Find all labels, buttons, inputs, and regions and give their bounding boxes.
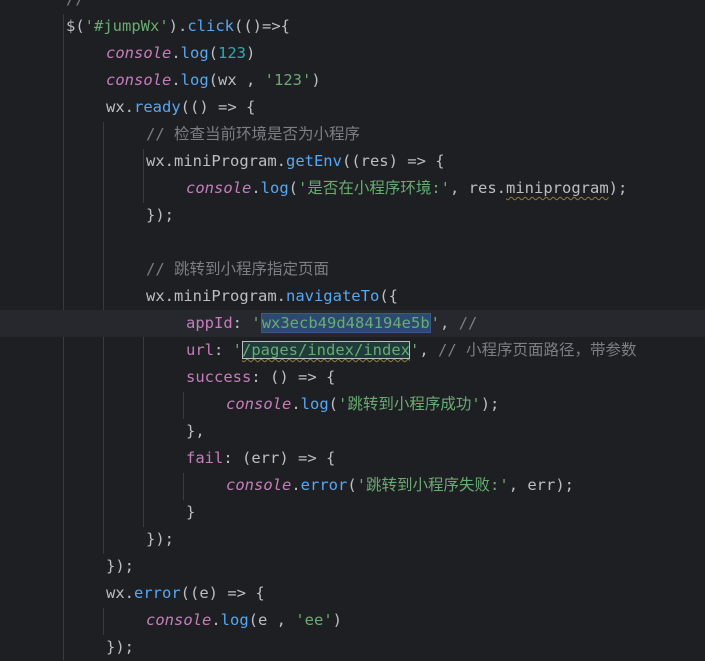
code-line[interactable]: success: () => { [0,364,705,391]
code-text: success: () => { [186,368,336,386]
code-line[interactable]: console.error('跳转到小程序失败:', err); [0,472,705,499]
code-text: console.log('是否在小程序环境:', res.miniprogram… [186,179,628,197]
code-text: }); [146,530,174,548]
code-line[interactable]: wx.ready(() => { [0,94,705,121]
code-text: wx.error((e) => { [106,584,265,602]
code-line[interactable]: }); [0,202,705,229]
code-text: console.log(e , 'ee') [146,611,343,629]
code-text: }); [106,557,134,575]
code-text: // [66,0,85,13]
code-line[interactable] [0,229,705,256]
code-text: } [186,503,196,521]
code-line[interactable]: fail: (err) => { [0,445,705,472]
code-line[interactable]: // 跳转到小程序指定页面 [0,256,705,283]
code-line[interactable]: $('#jumpWx').click(()=>{ [0,13,705,40]
code-line[interactable]: console.log(wx , '123') [0,67,705,94]
code-text: wx.miniProgram.getEnv((res) => { [146,152,445,170]
code-line[interactable]: }, [0,418,705,445]
code-line[interactable]: appId: 'wx3ecb49d484194e5b', // [0,310,705,337]
code-text: }); [146,206,174,224]
code-text: fail: (err) => { [186,449,336,467]
code-text: console.log('跳转到小程序成功'); [226,395,500,413]
code-text: url: '/pages/index/index', // 小程序页面路径，带参… [186,341,637,359]
code-editor[interactable]: ア //$('#jumpWx').click(()=>{console.log(… [0,0,705,660]
code-text: // 检查当前环境是否为小程序 [146,125,360,143]
code-line[interactable]: } [0,499,705,526]
code-text: console.log(wx , '123') [106,71,321,89]
code-line[interactable]: wx.miniProgram.getEnv((res) => { [0,148,705,175]
code-text: appId: 'wx3ecb49d484194e5b', // [186,313,478,333]
code-line[interactable]: }); [0,526,705,553]
code-line[interactable]: console.log('跳转到小程序成功'); [0,391,705,418]
code-text: $('#jumpWx').click(()=>{ [66,17,291,35]
code-line[interactable]: url: '/pages/index/index', // 小程序页面路径，带参… [0,337,705,364]
code-line[interactable]: wx.error((e) => { [0,580,705,607]
code-line[interactable]: console.log(e , 'ee') [0,607,705,634]
code-line[interactable]: // 检查当前环境是否为小程序 [0,121,705,148]
code-text: wx.miniProgram.navigateTo({ [146,287,398,305]
code-text: wx.ready(() => { [106,98,256,116]
code-line[interactable]: }); [0,553,705,580]
code-line[interactable]: // [0,0,705,13]
code-line[interactable]: console.log(123) [0,40,705,67]
code-line[interactable]: console.log('是否在小程序环境:', res.miniprogram… [0,175,705,202]
code-text: // 跳转到小程序指定页面 [146,260,329,278]
code-text: }); [106,638,134,656]
code-text: console.log(123) [106,44,256,62]
code-line[interactable]: }); [0,634,705,661]
code-line[interactable]: wx.miniProgram.navigateTo({ [0,283,705,310]
code-text: console.error('跳转到小程序失败:', err); [226,476,575,494]
code-text: }, [186,422,205,440]
